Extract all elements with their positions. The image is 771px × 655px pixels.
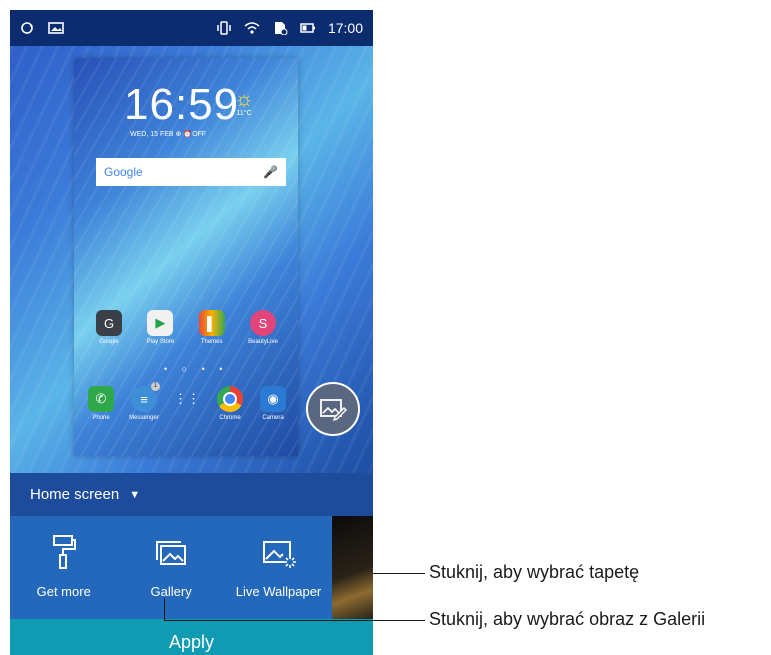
app-google: G Google [86,310,132,345]
image-notification-icon [48,22,64,34]
google-folder-icon: G [96,310,122,336]
app-drawer: ⋮⋮ [168,386,206,421]
themes-icon: ▌ [198,310,225,336]
preview-temperature: 11°C [236,110,252,117]
app-chrome: Chrome [211,386,249,421]
paint-roller-icon [52,535,76,569]
get-more-label: Get more [36,584,91,599]
status-time: 17:00 [327,20,363,36]
vibrate-icon [217,21,231,35]
beautylive-icon: S [249,310,276,336]
callout-gallery: Stuknij, aby wybrać obraz z Galerii [429,609,706,629]
play-store-icon: ▶ [147,310,174,336]
wifi-icon [244,22,260,34]
edit-wallpaper-button[interactable] [306,382,360,436]
home-screen-preview[interactable]: 16:59 WED, 15 FEB ⊕ ⏰OFF ☼ 11°C Google 🎤… [74,58,298,456]
status-bar: 17:00 [10,10,373,46]
app-camera: ◉ Camera [254,386,292,421]
messenger-badge: 1 [151,382,160,391]
live-wallpaper-button[interactable]: Live Wallpaper [225,516,332,619]
edit-image-icon [320,399,347,421]
sun-icon: ☼ [234,86,255,111]
gallery-button[interactable]: Gallery [117,516,224,619]
preview-app-row-1: G Google ▶ Play Store ▌ Themes S BeautyL… [86,310,286,345]
app-beautylive: S BeautyLive [240,310,286,345]
google-search-bar: Google 🎤 [96,158,286,186]
gallery-label: Gallery [150,584,192,599]
page-indicator: • ○ • • [164,364,229,374]
app-drawer-icon: ⋮⋮ [174,391,200,406]
google-logo: Google [104,165,143,179]
live-wallpaper-icon [262,541,296,568]
preview-date: WED, 15 FEB ⊕ ⏰OFF [130,131,207,138]
wallpaper-options: Get more Gallery Live Wallpaper [10,516,373,619]
live-wallpaper-label: Live Wallpaper [235,584,322,599]
mode-selector-label: Home screen [30,486,120,503]
mode-selector-dropdown[interactable]: Home screen ▼ [10,473,373,516]
phone-icon: ✆ [88,386,114,412]
preview-weather: ☼ 11°C [234,86,254,117]
callout-vert-gallery [164,598,165,621]
callout-wallpaper: Stuknij, aby wybrać tapetę [429,562,640,582]
app-themes: ▌ Themes [189,310,235,345]
sync-notification-icon [21,22,33,34]
dropdown-arrow-icon: ▼ [129,488,141,501]
phone-screen: 17:00 16:59 WED, 15 FEB ⊕ ⏰OFF ☼ 11°C Go… [10,10,373,655]
app-phone: ✆ Phone [82,386,120,421]
preview-dock: ✆ Phone ≡ Messenger 1 ⋮⋮ Chrome ◉ Camera [82,382,292,421]
battery-icon [300,23,315,33]
app-play-store: ▶ Play Store [137,310,183,345]
camera-icon: ◉ [260,386,286,412]
callout-line-wallpaper [373,573,425,574]
get-more-button[interactable]: Get more [10,516,117,619]
chrome-icon [217,386,243,412]
apply-button[interactable]: Apply [10,619,373,655]
callout-line-gallery [164,620,425,621]
wallpaper-thumbnail[interactable] [332,516,373,619]
preview-clock: 16:59 [124,80,240,129]
mic-icon: 🎤 [263,165,278,179]
gallery-icon [156,541,187,565]
no-sim-icon [274,22,288,35]
app-messenger: ≡ Messenger 1 [129,382,160,421]
